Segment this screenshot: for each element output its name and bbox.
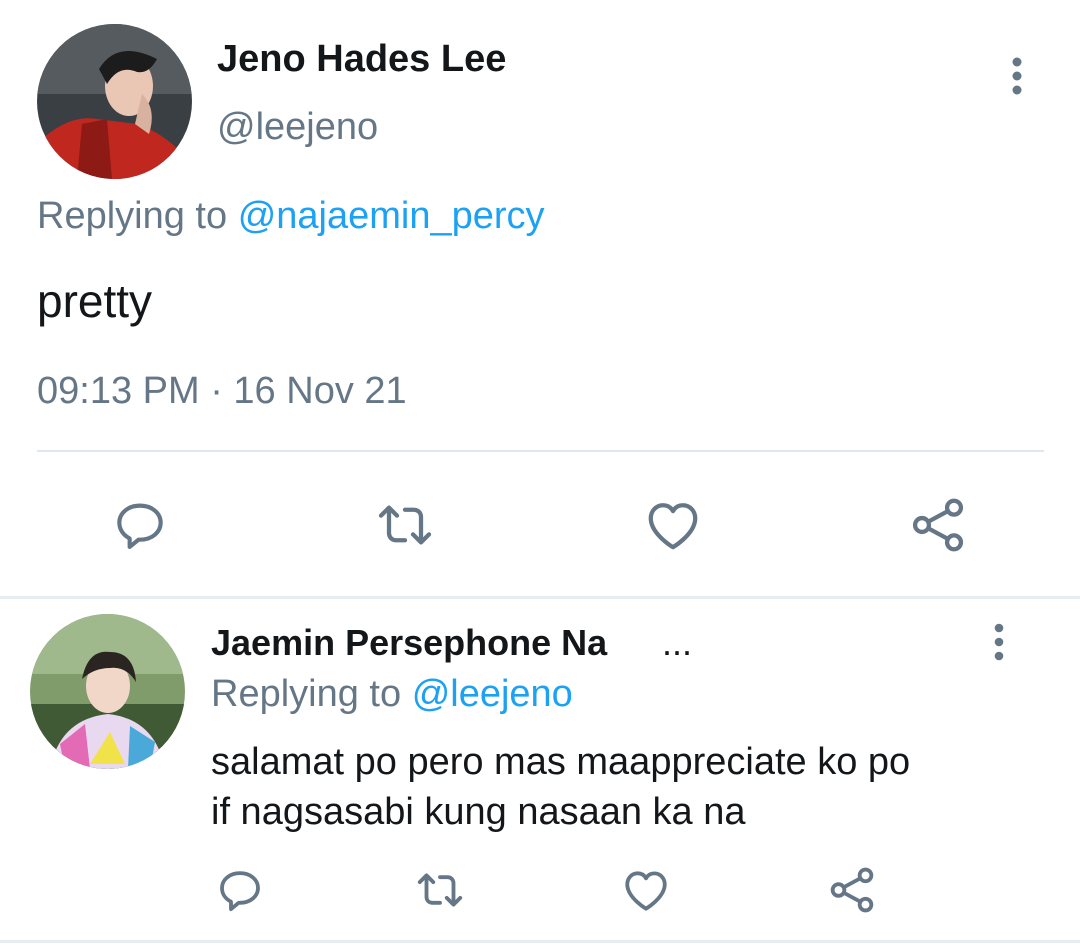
reply-button[interactable] xyxy=(210,860,270,920)
retweet-icon xyxy=(378,505,432,545)
retweet-icon xyxy=(417,873,463,907)
reply-text-line: salamat po pero mas maappreciate ko po xyxy=(211,741,911,783)
replying-to-mention[interactable]: @leejeno xyxy=(412,673,573,715)
reply-icon xyxy=(220,871,260,912)
reply-author-display-name[interactable]: Jaemin Persephone Na xyxy=(211,622,607,664)
share-icon xyxy=(912,498,964,552)
replying-to-label: Replying to xyxy=(211,673,402,715)
tweet-timestamp: 09:13 PM · 16 Nov 21 xyxy=(37,370,407,412)
share-button[interactable] xyxy=(822,860,882,920)
reply-tweet-text: salamat po pero mas maappreciate ko po i… xyxy=(211,737,1031,837)
retweet-button[interactable] xyxy=(370,490,440,560)
author-handle[interactable]: @leejeno xyxy=(217,106,378,149)
reply-button[interactable] xyxy=(105,490,175,560)
reply-icon xyxy=(117,503,163,550)
share-icon xyxy=(830,867,874,913)
divider xyxy=(37,450,1044,452)
more-vertical-icon[interactable] xyxy=(986,622,1012,662)
more-vertical-icon[interactable] xyxy=(1003,56,1031,96)
retweet-button[interactable] xyxy=(410,860,470,920)
name-truncation-ellipsis: ... xyxy=(662,622,693,663)
heart-icon xyxy=(648,503,698,550)
replying-to-label: Replying to xyxy=(37,195,228,237)
heart-icon xyxy=(625,871,667,911)
like-button[interactable] xyxy=(616,860,676,920)
reply-author-avatar[interactable] xyxy=(30,614,185,769)
author-display-name[interactable]: Jeno Hades Lee xyxy=(217,38,506,81)
replying-to-mention[interactable]: @najaemin_percy xyxy=(238,195,545,237)
replying-to-line: Replying to @leejeno xyxy=(211,673,573,716)
reply-text-line: if nagsasabi kung nasaan ka na xyxy=(211,791,746,833)
main-author-avatar[interactable] xyxy=(37,24,192,179)
like-button[interactable] xyxy=(638,490,708,560)
tweet-separator xyxy=(0,940,1080,943)
share-button[interactable] xyxy=(903,490,973,560)
replying-to-line: Replying to @najaemin_percy xyxy=(37,195,545,238)
tweet-separator xyxy=(0,596,1080,599)
tweet-text: pretty xyxy=(37,275,153,327)
